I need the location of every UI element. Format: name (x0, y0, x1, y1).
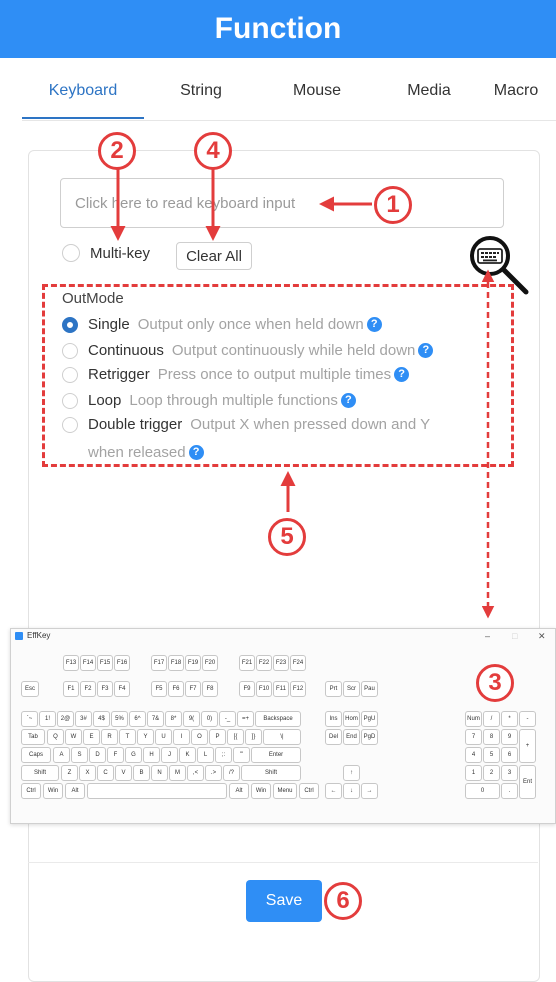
callout-3: 3 (476, 664, 514, 702)
callout-2: 2 (98, 132, 136, 170)
annotation-overlay (110, 168, 495, 619)
callout-1: 1 (374, 186, 412, 224)
callout-5: 5 (268, 518, 306, 556)
callout-4: 4 (194, 132, 232, 170)
callout-6: 6 (324, 882, 362, 920)
